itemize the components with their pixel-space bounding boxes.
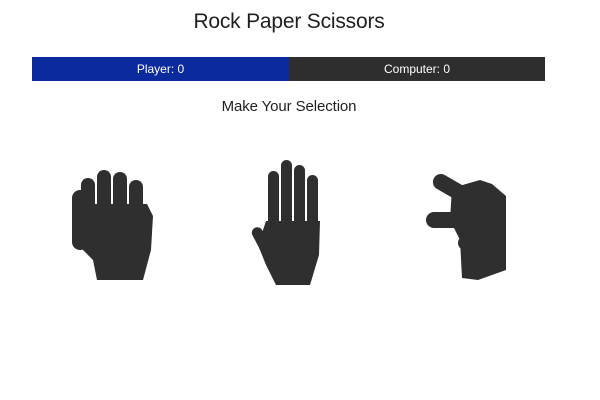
paper-button[interactable] (250, 155, 330, 285)
scissors-hand-icon (426, 174, 506, 280)
scissors-button[interactable] (422, 160, 512, 280)
rock-button[interactable] (67, 160, 157, 280)
open-hand-icon (251, 160, 320, 285)
game-title: Rock Paper Scissors (193, 10, 385, 33)
fist-icon (72, 170, 153, 280)
computer-score: Computer: 0 (289, 57, 545, 81)
scoreboard: Player: 0 Computer: 0 (32, 57, 545, 81)
selection-prompt: Make Your Selection (221, 98, 357, 115)
player-score: Player: 0 (32, 57, 289, 81)
